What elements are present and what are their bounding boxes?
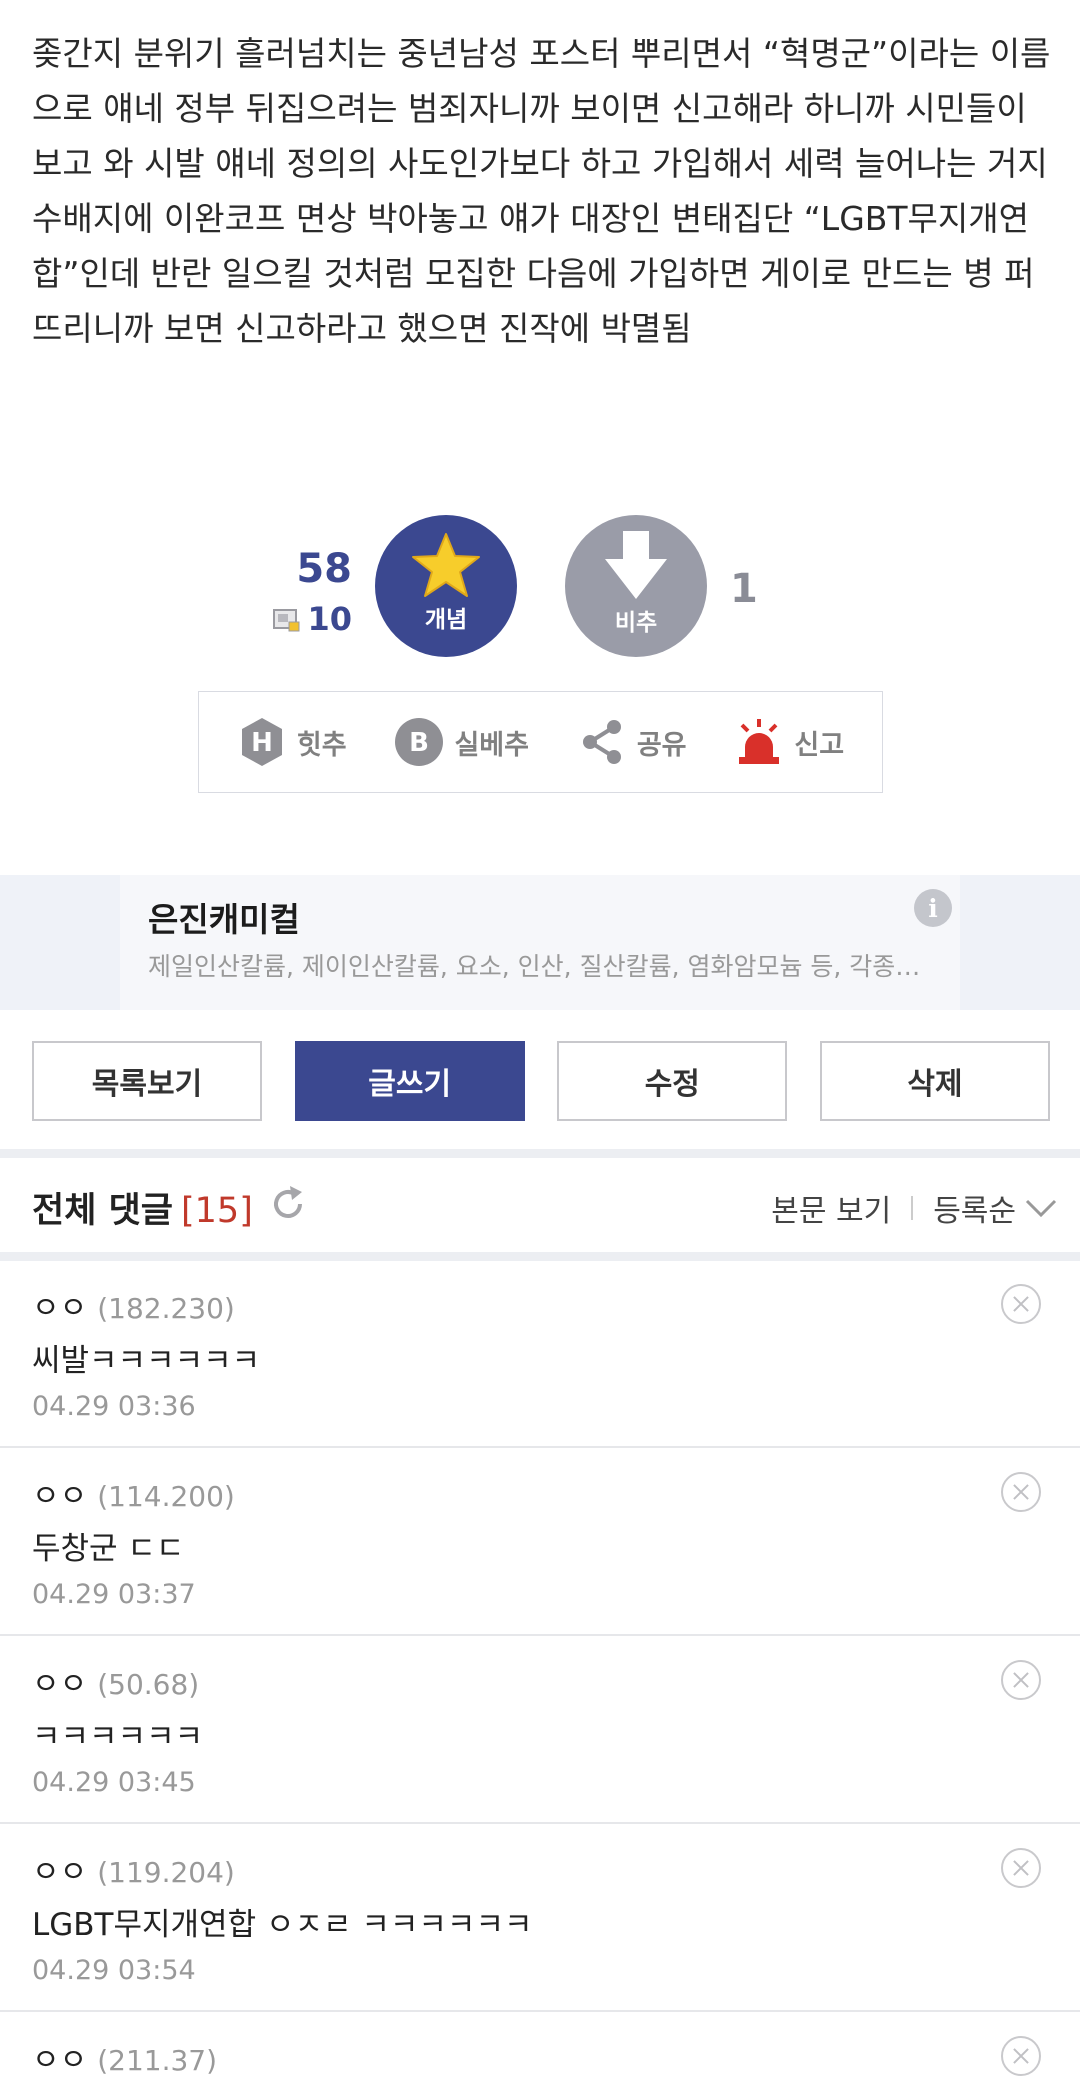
ad-card[interactable]: 은진캐미컬 제일인산칼륨, 제이인산칼륨, 요소, 인산, 질산칼륨, 염화암모… xyxy=(120,875,960,1010)
svg-text:B: B xyxy=(410,728,430,758)
comment-ip: (211.37) xyxy=(97,2044,218,2077)
upvote-button[interactable]: 개념 xyxy=(375,515,517,657)
comment-ip: (114.200) xyxy=(97,1480,235,1513)
comment-date: 04.29 03:54 xyxy=(32,1955,196,1986)
report-label: 신고 xyxy=(794,729,845,761)
best-recommend-icon: B xyxy=(394,717,444,767)
upvote-count: 58 xyxy=(296,546,352,592)
fixed-user-icon xyxy=(273,606,301,632)
sort-dropdown[interactable]: 등록순 xyxy=(933,1186,1058,1230)
comment-nickname: ㅇㅇ xyxy=(32,1667,88,1702)
section-divider xyxy=(0,1252,1080,1261)
star-icon xyxy=(412,533,480,597)
comment-item: ㅇㅇ (50.68) ㅋㅋㅋㅋㅋㅋ 04.29 03:45 xyxy=(0,1637,1080,1824)
comment-item: ㅇㅇ (119.204) LGBT무지개연합 ㅇㅈㄹ ㅋㅋㅋㅋㅋㅋ 04.29 0… xyxy=(0,1825,1080,2012)
share-button[interactable]: 공유 xyxy=(577,717,687,767)
comment-nickname: ㅇㅇ xyxy=(32,1479,88,1514)
chevron-down-icon xyxy=(1025,1199,1057,1218)
comment-author[interactable]: ㅇㅇ (50.68) xyxy=(32,1659,199,1703)
comments-title-label: 전체 댓글 xyxy=(32,1191,173,1231)
downvote-label: 비추 xyxy=(614,610,658,636)
fixed-upvote-row: 10 xyxy=(273,600,352,638)
share-label: 공유 xyxy=(636,729,687,761)
upvote-label: 개념 xyxy=(424,607,468,633)
arrow-down-icon xyxy=(605,531,667,599)
hit-recommend-icon: H xyxy=(237,717,287,767)
ad-title: 은진캐미컬 xyxy=(148,900,300,939)
comment-nickname: ㅇㅇ xyxy=(32,1291,88,1326)
info-icon[interactable]: i xyxy=(914,889,952,927)
comment-date: 04.29 03:36 xyxy=(32,1391,196,1422)
comment-text: ㅋㅋㅋㅋㅋㅋ xyxy=(32,1719,204,1755)
comment-nickname: ㅇㅇ xyxy=(32,1855,88,1890)
refresh-icon[interactable] xyxy=(268,1184,308,1228)
comment-text: 두창군 ㄷㄷ xyxy=(32,1531,185,1567)
delete-comment-icon[interactable] xyxy=(1001,2036,1041,2076)
post-body-text: 좆간지 분위기 흘러넘치는 중년남성 포스터 뿌리면서 “혁명군”이라는 이름으… xyxy=(32,34,1051,348)
comment-author[interactable]: ㅇㅇ (119.204) xyxy=(32,1847,235,1891)
delete-comment-icon[interactable] xyxy=(1001,1472,1041,1512)
section-divider xyxy=(0,1149,1080,1158)
comment-item: ㅇㅇ (114.200) 두창군 ㄷㄷ 04.29 03:37 xyxy=(0,1449,1080,1636)
comment-author[interactable]: ㅇㅇ (114.200) xyxy=(32,1471,235,1515)
delete-comment-icon[interactable] xyxy=(1001,1660,1041,1700)
ad-description: 제일인산칼륨, 제이인산칼륨, 요소, 인산, 질산칼륨, 염화암모늄 등, 각… xyxy=(148,952,921,981)
downvote-count: 1 xyxy=(730,566,758,612)
comments-controls: 본문 보기 등록순 xyxy=(771,1186,1058,1230)
comments-header: 전체 댓글 [15] 본문 보기 등록순 xyxy=(0,1160,1080,1252)
comment-item: ㅇㅇ (211.37) xyxy=(0,2013,1080,2078)
share-icon xyxy=(577,717,627,767)
control-divider xyxy=(911,1196,914,1220)
svg-text:H: H xyxy=(251,728,273,758)
best-recommend-button[interactable]: B 실베추 xyxy=(394,717,529,767)
fixed-upvote-count: 10 xyxy=(307,600,352,638)
list-button[interactable]: 목록보기 xyxy=(32,1041,262,1121)
comment-ip: (50.68) xyxy=(97,1668,200,1701)
write-button[interactable]: 글쓰기 xyxy=(294,1041,525,1121)
comment-date: 04.29 03:37 xyxy=(32,1579,196,1610)
comment-item: ㅇㅇ (182.230) 씨발ㅋㅋㅋㅋㅋㅋ 04.29 03:36 xyxy=(0,1261,1080,1448)
post-button-row: 목록보기 글쓰기 수정 삭제 xyxy=(32,1041,1050,1121)
comment-text: 씨발ㅋㅋㅋㅋㅋㅋ xyxy=(32,1343,261,1379)
vote-area: 58 10 개념 비추 1 xyxy=(0,510,1080,660)
edit-button[interactable]: 수정 xyxy=(557,1041,788,1121)
comment-ip: (182.230) xyxy=(97,1292,235,1325)
view-post-link[interactable]: 본문 보기 xyxy=(771,1186,891,1230)
comments-title: 전체 댓글 [15] xyxy=(32,1182,253,1233)
comment-author[interactable]: ㅇㅇ (182.230) xyxy=(32,1283,235,1327)
ad-banner: 은진캐미컬 제일인산칼륨, 제이인산칼륨, 요소, 인산, 질산칼륨, 염화암모… xyxy=(0,875,1080,1010)
sort-label: 등록순 xyxy=(933,1194,1016,1229)
hit-recommend-button[interactable]: H 힛추 xyxy=(237,717,347,767)
comment-text: LGBT무지개연합 ㅇㅈㄹ ㅋㅋㅋㅋㅋㅋ xyxy=(32,1907,533,1943)
downvote-button[interactable]: 비추 xyxy=(565,515,707,657)
hit-recommend-label: 힛추 xyxy=(296,729,347,761)
report-button[interactable]: 신고 xyxy=(734,717,844,767)
delete-button[interactable]: 삭제 xyxy=(819,1041,1050,1121)
comment-date: 04.29 03:45 xyxy=(32,1767,196,1798)
delete-comment-icon[interactable] xyxy=(1001,1848,1041,1888)
comments-count: [15] xyxy=(181,1191,253,1231)
siren-icon xyxy=(734,717,784,767)
post-action-bar: H 힛추 B 실베추 공유 신고 xyxy=(198,691,883,793)
comment-author[interactable]: ㅇㅇ (211.37) xyxy=(32,2035,217,2079)
comment-ip: (119.204) xyxy=(97,1856,235,1889)
delete-comment-icon[interactable] xyxy=(1001,1284,1041,1324)
best-recommend-label: 실베추 xyxy=(454,729,529,761)
